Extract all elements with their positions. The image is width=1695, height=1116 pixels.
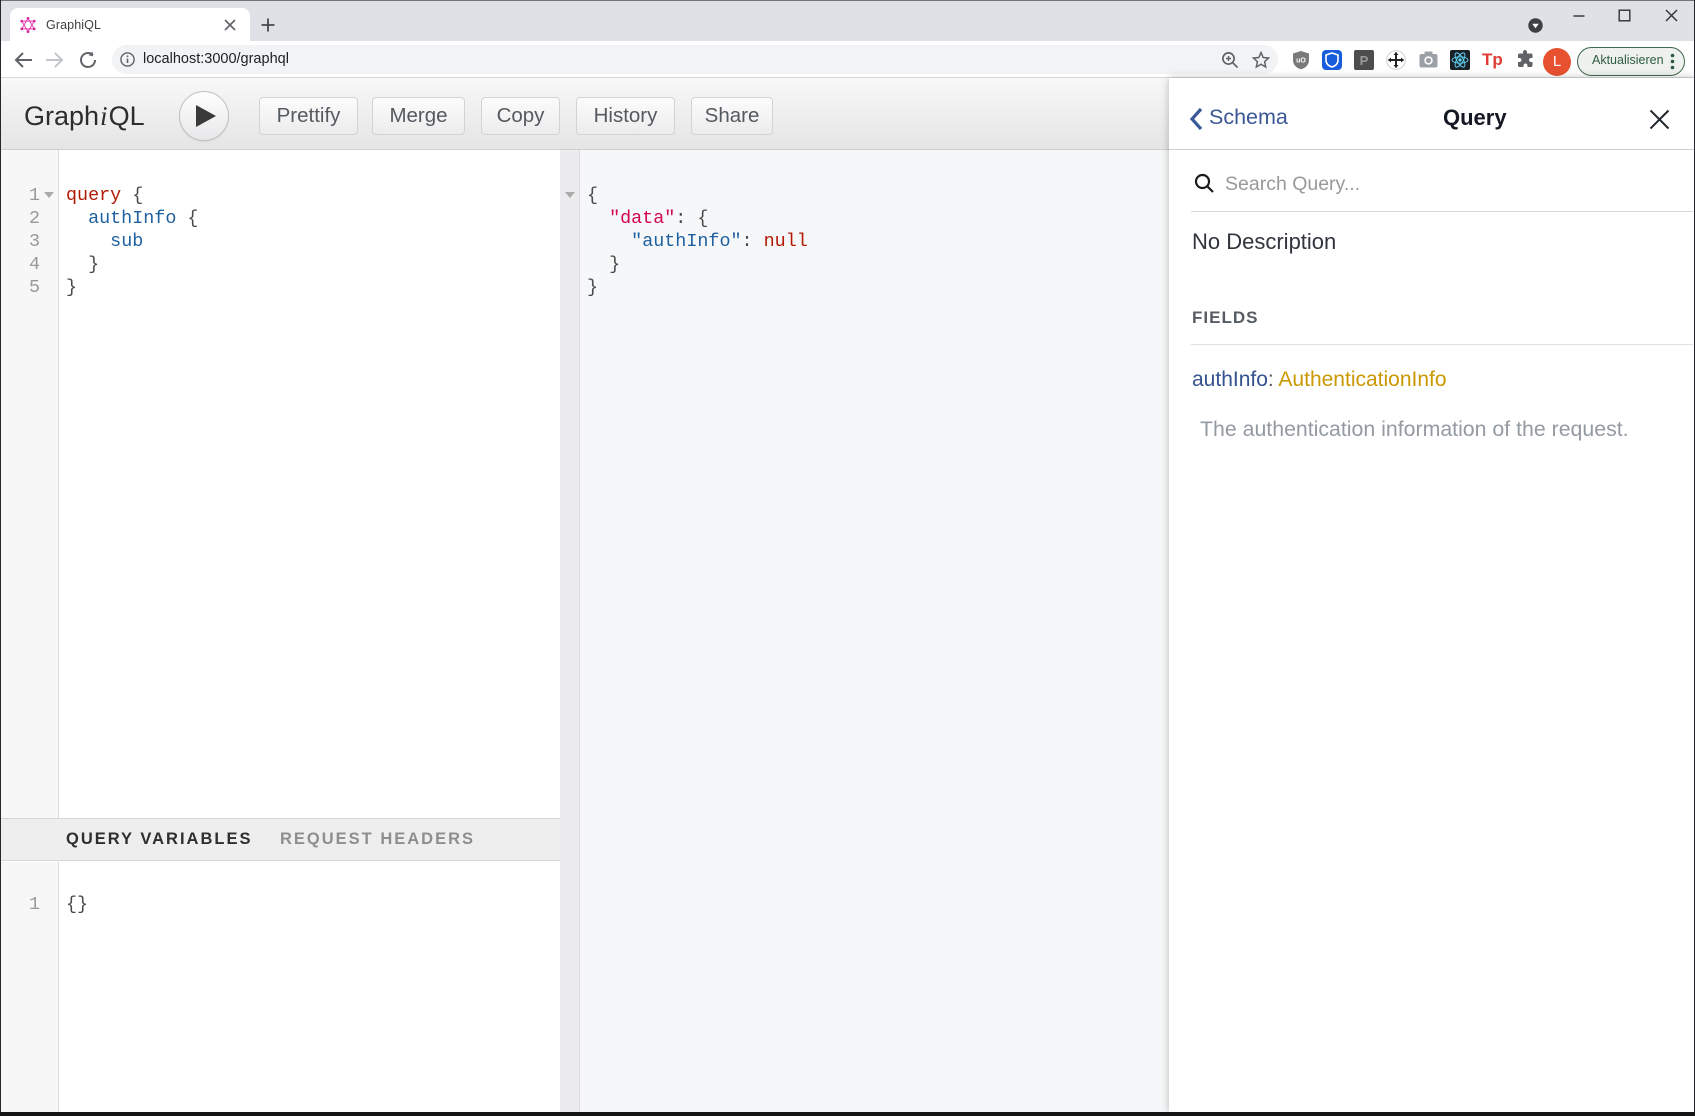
svg-text:P: P (1360, 53, 1369, 68)
svg-text:uO: uO (1296, 58, 1306, 65)
